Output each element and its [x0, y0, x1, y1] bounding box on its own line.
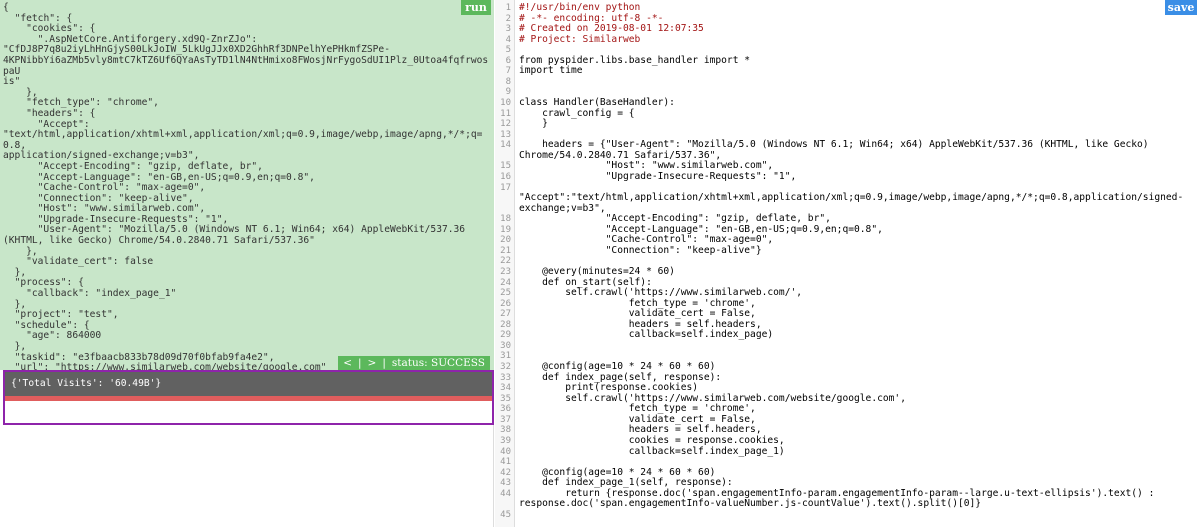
line-number: 35 — [500, 393, 511, 404]
line-number: 13 — [500, 129, 511, 140]
run-button[interactable]: run — [461, 0, 491, 15]
task-json-line: { — [3, 2, 9, 13]
save-button[interactable]: save — [1165, 0, 1197, 15]
line-number: 28 — [500, 319, 511, 330]
task-json-line: "Accept-Encoding": "gzip, deflate, br", — [3, 160, 263, 172]
line-number: 32 — [500, 362, 511, 373]
code-editor-pane[interactable]: 1 2 3 4 5 6 7 8 9 10 11 12 13 14 15 16 17 18 19 20 21 22 23 24 2… — [495, 0, 1200, 527]
line-number-gutter: 1 2 3 4 5 6 7 8 9 10 11 12 13 14 15 16 17 18 19 20 21 22 23 24 2… — [495, 0, 515, 527]
task-json: { "fetch": { "cookies": { ".AspNetCore.A… — [3, 2, 490, 370]
code-line[interactable]: callback=self.index_page) — [519, 330, 773, 341]
line-number: 18 — [500, 214, 511, 225]
prev-result-button[interactable]: < — [343, 356, 352, 370]
task-json-line: 4KPNibbYi6aZMb5vly8mtC7kTZ6Uf6QYaAsTyTD1… — [3, 54, 489, 77]
line-number: 37 — [500, 414, 511, 425]
line-number: 9 — [505, 87, 511, 98]
task-json-line: "headers": { — [3, 107, 96, 119]
line-number: 21 — [500, 245, 511, 256]
line-number: 14 — [500, 140, 511, 151]
line-number: 4 — [505, 34, 511, 45]
code-line[interactable]: @every(minutes=24 * 60) — [519, 266, 675, 278]
code-line[interactable]: "Upgrade-Insecure-Requests": "1", — [519, 171, 797, 183]
line-number: 31 — [500, 351, 511, 362]
task-json-line: "validate_cert": false — [3, 256, 154, 268]
task-json-line: }, — [3, 341, 27, 352]
line-number: 2 — [505, 13, 511, 24]
line-number: 7 — [505, 66, 511, 77]
line-number: 25 — [500, 288, 511, 299]
task-json-line: "age": 864000 — [3, 330, 102, 342]
line-number: 5 — [505, 45, 511, 56]
task-json-line: is" — [3, 76, 21, 88]
line-number: 22 — [500, 256, 511, 267]
line-number: 33 — [500, 372, 511, 383]
line-number: 44 — [500, 488, 511, 499]
code-line[interactable]: import time — [519, 66, 583, 77]
line-number: 10 — [500, 98, 511, 109]
result-divider — [5, 396, 492, 401]
code-line[interactable]: cookies = response.cookies, — [519, 435, 785, 447]
result-panel: {'Total Visits': '60.49B'} — [3, 370, 494, 425]
status-bar: < | > | status: SUCCESS — [338, 356, 490, 370]
task-json-panel: { "fetch": { "cookies": { ".AspNetCore.A… — [0, 0, 494, 370]
code-line[interactable]: response.doc('span.engagementInfo-valueN… — [519, 499, 981, 510]
line-number: 34 — [500, 383, 511, 394]
line-number: 6 — [505, 55, 511, 66]
line-number: 38 — [500, 425, 511, 436]
line-number: 40 — [500, 446, 511, 457]
code-line[interactable]: # Project: Similarweb — [519, 34, 640, 46]
status-text: status: SUCCESS — [391, 357, 485, 369]
line-number: 26 — [500, 298, 511, 309]
line-number: 19 — [500, 224, 511, 235]
status-separator: | — [358, 357, 362, 369]
code-line[interactable]: } — [519, 119, 548, 130]
task-json-line: "callback": "index_page_1" — [3, 288, 177, 300]
line-number: 24 — [500, 277, 511, 288]
line-number: 29 — [500, 330, 511, 341]
status-separator: | — [382, 357, 386, 369]
line-number: 45 — [500, 509, 511, 520]
line-number: 30 — [500, 340, 511, 351]
line-number: 43 — [500, 478, 511, 489]
next-result-button[interactable]: > — [368, 356, 377, 370]
line-number: 42 — [500, 467, 511, 478]
line-number: 27 — [500, 309, 511, 320]
task-debug-pane: { "fetch": { "cookies": { ".AspNetCore.A… — [0, 0, 494, 527]
task-json-line: "text/html,application/xhtml+xml,applica… — [3, 129, 483, 151]
result-output: {'Total Visits': '60.49B'} — [5, 372, 492, 396]
line-number: 12 — [500, 119, 511, 130]
line-number: 36 — [500, 404, 511, 415]
line-number: 11 — [500, 108, 511, 119]
task-json-line: (KHTML, like Gecko) Chrome/54.0.2840.71 … — [3, 235, 315, 247]
line-number: 23 — [500, 267, 511, 277]
code-line[interactable]: #!/usr/bin/env python — [519, 2, 640, 14]
code-line[interactable]: callback=self.index_page_1) — [519, 446, 785, 458]
line-number: 17 — [500, 182, 511, 193]
line-number: 16 — [500, 171, 511, 182]
line-number: 15 — [500, 161, 511, 172]
code-line[interactable]: "Connection": "keep-alive"} — [519, 245, 762, 257]
line-number: 39 — [500, 435, 511, 446]
line-number: 8 — [505, 76, 511, 87]
line-number: 3 — [505, 24, 511, 35]
line-number: 1 — [505, 3, 511, 13]
line-number: 20 — [500, 235, 511, 246]
line-number: 41 — [500, 457, 511, 468]
code-line[interactable]: "Accept":"text/html,application/xhtml+xm… — [519, 192, 1183, 204]
